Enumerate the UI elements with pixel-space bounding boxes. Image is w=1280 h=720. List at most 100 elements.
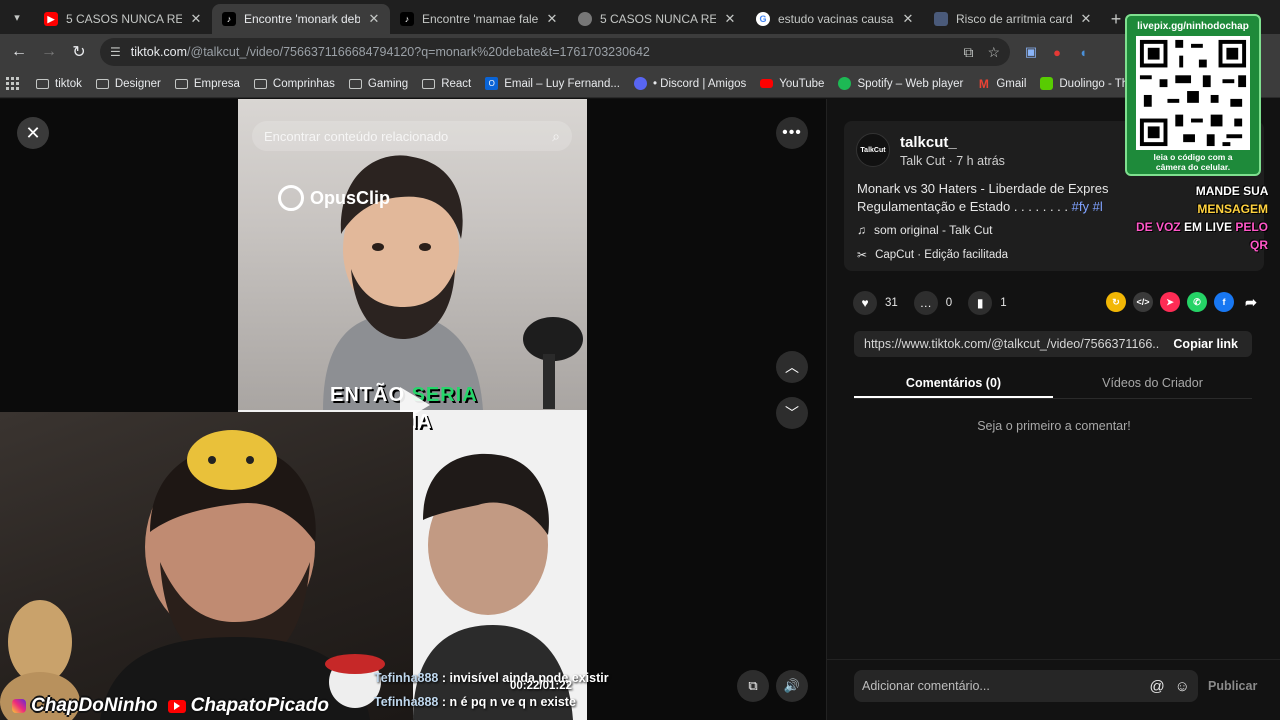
folder-icon <box>253 78 267 89</box>
comment-input[interactable]: Adicionar comentário... @ ☺ <box>854 670 1198 702</box>
previous-video-button[interactable]: ︿ <box>776 351 808 383</box>
tab-5[interactable]: G estudo vacinas causam arr ✕ <box>746 4 924 34</box>
youtube-icon: ▶ <box>44 12 58 26</box>
tab-title: Encontre 'mamae falei deb <box>422 12 538 26</box>
tab-comments[interactable]: Comentários (0) <box>854 371 1053 398</box>
send-icon[interactable]: ➤ <box>1160 292 1180 312</box>
qr-code <box>1136 36 1250 150</box>
install-app-icon[interactable]: ⧉ <box>963 44 973 61</box>
comment-icon: … <box>913 291 938 315</box>
site-info-icon[interactable]: ☰ <box>110 45 121 59</box>
bookmark-star-icon[interactable]: ☆ <box>987 44 1000 61</box>
bookmark-email[interactable]: O Email – Luy Fernand... <box>485 77 620 90</box>
facebook-icon[interactable]: f <box>1214 292 1234 312</box>
webcam-image <box>0 430 385 720</box>
copy-link-button[interactable]: Copiar link <box>1159 337 1252 351</box>
bookmark-react[interactable]: React <box>422 77 471 90</box>
tab-title: 5 CASOS NUNCA RESOLVI <box>600 12 716 26</box>
mention-icon[interactable]: @ <box>1149 678 1164 695</box>
share-arrow-icon[interactable]: ➦ <box>1241 292 1261 312</box>
person-image <box>323 155 483 410</box>
search-icon[interactable]: ⌕ <box>552 128 560 145</box>
bookmark-discord[interactable]: • Discord | Amigos <box>633 77 746 90</box>
tiktok-icon: ♪ <box>222 12 236 26</box>
tab-2[interactable]: ♪ Encontre 'monark debate' ✕ <box>212 4 390 34</box>
streamer-socials: ChapDoNinho ChapatoPicado <box>0 692 329 720</box>
publish-button[interactable]: Publicar <box>1208 679 1257 693</box>
more-options-button[interactable]: ••• <box>776 117 808 149</box>
tab-title: Encontre 'monark debate' <box>244 12 360 26</box>
voice-message-promo: MANDE SUA MENSAGEM DE VOZ EM LIVE PELO Q… <box>1135 184 1268 252</box>
hashtag[interactable]: #fy <box>1072 199 1089 214</box>
related-search-input[interactable]: Encontrar conteúdo relacionado ⌕ <box>252 121 572 151</box>
hashtag[interactable]: #l <box>1093 199 1103 214</box>
extension-icon[interactable]: ◖ <box>1070 39 1096 65</box>
chat-message: Tefinha888 : n é pq n ve q n existe <box>374 695 576 709</box>
discord-icon <box>633 77 647 90</box>
back-button[interactable]: ← <box>4 37 34 67</box>
tiktok-icon: ♪ <box>400 12 414 26</box>
tab-4[interactable]: 5 CASOS NUNCA RESOLVI ✕ <box>568 4 746 34</box>
tab-3[interactable]: ♪ Encontre 'mamae falei deb ✕ <box>390 4 568 34</box>
google-icon: G <box>756 12 770 26</box>
instagram-icon <box>12 699 26 713</box>
comment-button[interactable]: … 0 <box>913 291 952 315</box>
floating-player-button[interactable]: ⧉ <box>737 670 769 702</box>
qr-instructions: leia o código com a câmera do celular. <box>1153 152 1233 172</box>
avatar[interactable]: TalkCut <box>856 133 890 167</box>
emoji-icon[interactable]: ☺ <box>1175 678 1190 695</box>
bookmark-gaming[interactable]: Gaming <box>348 77 408 90</box>
folder-icon <box>422 78 436 89</box>
close-icon[interactable]: ✕ <box>1078 11 1094 27</box>
tab-title: Risco de arritmia cardíaca <box>956 12 1072 26</box>
opusclip-logo-icon <box>278 185 304 211</box>
close-icon[interactable]: ✕ <box>722 11 738 27</box>
close-icon: ✕ <box>25 122 41 143</box>
music-link[interactable]: ♫ som original - Talk Cut <box>857 223 993 237</box>
extension-icon[interactable]: ▣ <box>1018 39 1044 65</box>
chevron-down-icon: ﹀ <box>785 405 799 421</box>
bookmark-empresa[interactable]: Empresa <box>174 77 240 90</box>
close-icon[interactable]: ✕ <box>544 11 560 27</box>
bookmark-designer[interactable]: Designer <box>95 77 161 90</box>
heart-icon: ♥ <box>853 291 877 315</box>
embed-icon[interactable]: </> <box>1133 292 1153 312</box>
folder-icon <box>348 78 362 89</box>
close-icon[interactable]: ✕ <box>366 11 382 27</box>
tab-search-chevron-icon[interactable]: ▾ <box>0 0 34 34</box>
tab-1[interactable]: ▶ 5 CASOS NUNCA RESOLVI ✕ <box>34 4 212 34</box>
bookmark-youtube[interactable]: YouTube <box>760 78 824 90</box>
apps-grid-icon[interactable] <box>6 76 20 91</box>
close-video-button[interactable]: ✕ <box>17 117 49 149</box>
picture-in-picture-icon: ⧉ <box>748 678 758 693</box>
tiktok-video-page: ✕ Encontrar conteúdo relacionado ⌕ OpusC… <box>0 99 1280 720</box>
close-icon[interactable]: ✕ <box>188 11 204 27</box>
music-note-icon: ♫ <box>857 223 866 237</box>
url-path: /@talkcut_/video/7566371166684794120?q=m… <box>187 45 650 59</box>
search-placeholder: Encontrar conteúdo relacionado <box>264 128 449 144</box>
capcut-link[interactable]: ✂ CapCut · Edição facilitada <box>857 248 1008 262</box>
reload-button[interactable]: ↻ <box>64 37 94 67</box>
next-video-button[interactable]: ﹀ <box>776 397 808 429</box>
bookmark-comprinhas[interactable]: Comprinhas <box>253 77 335 90</box>
address-bar[interactable]: ☰ tiktok.com /@talkcut_/video/7566371166… <box>100 38 1010 66</box>
bookmark-gmail[interactable]: M Gmail <box>977 77 1027 91</box>
like-button[interactable]: ♥ 31 <box>853 291 898 315</box>
bookmark-spotify[interactable]: Spotify – Web player <box>838 77 963 90</box>
player-area: ✕ Encontrar conteúdo relacionado ⌕ OpusC… <box>0 99 826 720</box>
close-icon[interactable]: ✕ <box>900 11 916 27</box>
forward-button[interactable]: → <box>34 37 64 67</box>
repost-icon[interactable]: ↻ <box>1106 292 1126 312</box>
duolingo-icon <box>1040 77 1054 90</box>
video-link[interactable]: https://www.tiktok.com/@talkcut_/video/7… <box>854 337 1159 351</box>
whatsapp-icon[interactable]: ✆ <box>1187 292 1207 312</box>
volume-button[interactable]: 🔊 <box>776 670 808 702</box>
page-icon <box>934 12 948 26</box>
tab-creator-videos[interactable]: Vídeos do Criador <box>1053 371 1252 398</box>
tab-6[interactable]: Risco de arritmia cardíaca ✕ <box>924 4 1102 34</box>
save-button[interactable]: ▮ 1 <box>968 291 1007 315</box>
bookmark-tiktok[interactable]: tiktok <box>36 77 82 90</box>
chat-message: Tefinha888 : invisível ainda pode existi… <box>374 671 609 685</box>
username[interactable]: talkcut_ <box>900 134 957 151</box>
extension-icon[interactable]: ● <box>1044 39 1070 65</box>
